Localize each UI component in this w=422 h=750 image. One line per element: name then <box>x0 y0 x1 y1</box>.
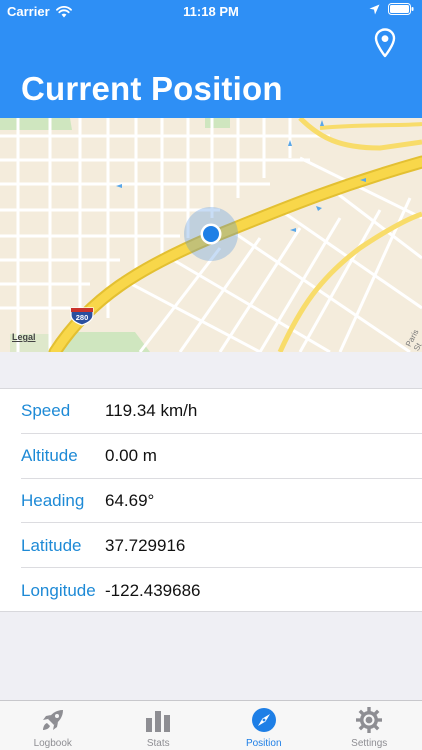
info-value: 0.00 m <box>105 446 157 466</box>
screen: Carrier 11:18 PM Current Position 280 Le… <box>0 0 422 750</box>
tab-bar: Logbook Stats Position Settings <box>0 700 422 750</box>
info-label: Altitude <box>21 446 78 466</box>
bar-chart-icon <box>146 711 171 732</box>
info-label: Latitude <box>21 535 82 555</box>
tab-position[interactable]: Position <box>211 701 317 750</box>
gear-icon <box>356 707 383 733</box>
map-view[interactable]: 280 Legal Paris St <box>0 118 422 352</box>
map-legal-link[interactable]: Legal <box>12 332 36 342</box>
info-value: -122.439686 <box>105 580 201 600</box>
info-value: 37.729916 <box>105 535 186 555</box>
info-label: Longitude <box>21 580 96 600</box>
tab-label: Logbook <box>33 738 72 749</box>
info-row-latitude: Latitude 37.729916 <box>0 523 422 568</box>
current-location-dot <box>203 226 219 242</box>
rocket-icon <box>42 710 63 730</box>
info-value: 119.34 km/h <box>105 401 198 421</box>
page-title: Current Position <box>21 70 283 107</box>
tab-stats[interactable]: Stats <box>106 701 212 750</box>
status-time: 11:18 PM <box>183 4 239 19</box>
nav-header: Carrier 11:18 PM Current Position <box>0 0 422 118</box>
compass-icon <box>251 708 276 732</box>
status-right <box>369 3 414 15</box>
tab-label: Stats <box>146 738 170 749</box>
location-arrow-icon <box>369 4 380 14</box>
info-row-longitude: Longitude -122.439686 <box>0 568 422 613</box>
position-info-list: Speed 119.34 km/h Altitude 0.00 m Headin… <box>0 388 422 612</box>
highway-shield-label: 280 <box>76 313 89 322</box>
info-row-speed: Speed 119.34 km/h <box>0 389 422 434</box>
info-row-altitude: Altitude 0.00 m <box>0 434 422 479</box>
info-label: Heading <box>21 490 85 510</box>
battery-icon <box>388 3 414 15</box>
info-row-heading: Heading 64.69° <box>0 479 422 524</box>
tab-label: Settings <box>351 738 388 749</box>
info-value: 64.69° <box>105 490 155 510</box>
info-label: Speed <box>21 401 71 421</box>
map-pin-icon[interactable] <box>374 28 396 58</box>
tab-logbook[interactable]: Logbook <box>0 701 106 750</box>
status-bar: Carrier 11:18 PM <box>0 0 422 22</box>
tab-settings[interactable]: Settings <box>317 701 422 750</box>
tab-label: Position <box>245 738 282 749</box>
map-canvas: 280 <box>0 118 422 352</box>
